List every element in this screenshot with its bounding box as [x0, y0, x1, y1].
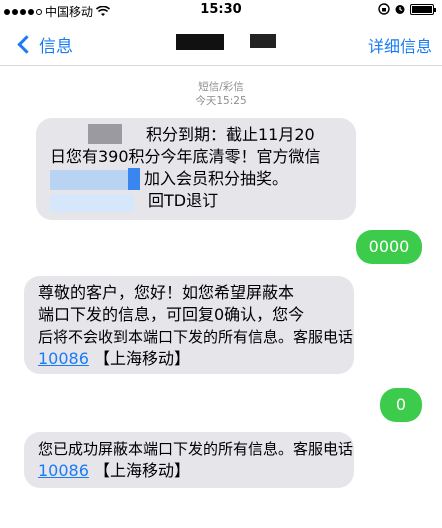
- message-suffix: 【上海移动】: [94, 461, 191, 480]
- incoming-message[interactable]: 积分到期：截止11月20 日您有390积分今年底清零！官方微信 加入会员积分抽奖…: [36, 118, 356, 220]
- message-line: 后将不会收到本端口下发的所有信息。客服电话: [38, 326, 353, 348]
- back-button[interactable]: 信息: [14, 32, 73, 57]
- message-text: 后将不会收到本端口下发的所有信息。客服电话: [38, 328, 354, 346]
- redaction-block: [50, 194, 134, 212]
- status-time: 15:30: [200, 2, 242, 17]
- chevron-left-icon: [17, 35, 36, 54]
- message-type-label: 短信/彩信: [198, 81, 244, 93]
- battery-icon: [410, 3, 436, 15]
- redaction-block: [88, 124, 122, 144]
- details-button[interactable]: 详细信息: [368, 33, 432, 57]
- orientation-lock-icon: [378, 3, 390, 15]
- outgoing-message[interactable]: 0000: [356, 230, 422, 264]
- nav-bar: 信息 详细信息: [0, 22, 442, 66]
- message-line: 您已成功屏蔽本端口下发的所有信息。客服电话: [38, 438, 353, 460]
- alarm-icon: [395, 5, 405, 14]
- status-right: [378, 3, 436, 15]
- incoming-message[interactable]: 您已成功屏蔽本端口下发的所有信息。客服电话 10086 【上海移动】: [24, 432, 354, 488]
- message-line: 10086 【上海移动】: [38, 460, 340, 482]
- message-line: 10086 【上海移动】: [38, 348, 340, 370]
- message-suffix: 【上海移动】: [94, 349, 191, 368]
- incoming-message[interactable]: 尊敬的客户，您好！如您希望屏蔽本 端口下发的信息，可回复0确认，您今 后将不会收…: [24, 276, 354, 374]
- contact-name-redaction: [176, 34, 224, 50]
- redaction-block: [50, 170, 130, 190]
- thread-timestamp: 今天15:25: [195, 95, 247, 107]
- phone-link[interactable]: 10086: [38, 461, 89, 480]
- contact-name-redaction-2: [250, 34, 276, 48]
- outgoing-message[interactable]: 0: [380, 388, 422, 422]
- message-line: 日您有390积分今年底清零！官方微信: [50, 147, 321, 166]
- phone-link[interactable]: 10086: [38, 349, 89, 368]
- back-label: 信息: [39, 37, 73, 57]
- message-text: 您已成功屏蔽本端口下发的所有信息。客服电话: [38, 440, 354, 458]
- message-line: 尊敬的客户，您好！如您希望屏蔽本: [38, 283, 295, 302]
- status-bar: 中国移动 15:30: [0, 0, 442, 20]
- message-line: 端口下发的信息，可回复0确认，您今: [38, 305, 305, 324]
- thread-header: 短信/彩信 今天15:25: [0, 80, 442, 108]
- redaction-block: [128, 168, 140, 190]
